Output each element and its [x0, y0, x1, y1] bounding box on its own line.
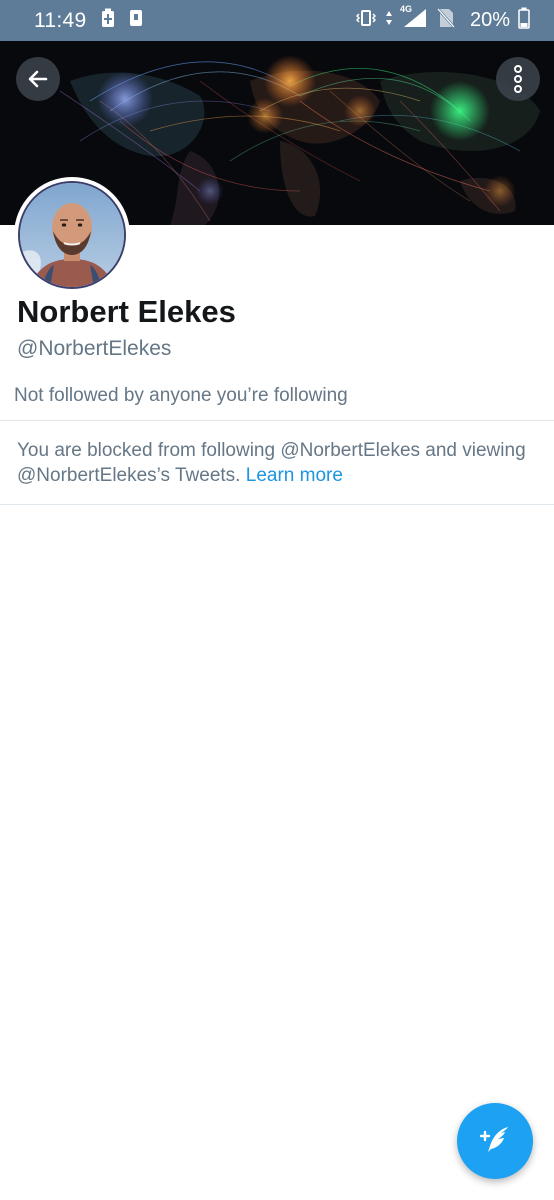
profile-handle: @NorbertElekes	[17, 337, 172, 360]
vibrate-icon	[355, 8, 377, 33]
signal-icon: 4G	[399, 4, 428, 34]
divider	[0, 504, 554, 505]
more-vertical-icon	[513, 65, 523, 93]
back-button[interactable]	[16, 57, 60, 101]
compose-tweet-icon	[478, 1122, 512, 1161]
network-type-label: 4G	[399, 4, 412, 14]
compose-tweet-button[interactable]	[457, 1103, 533, 1179]
battery-percent: 20%	[469, 9, 510, 31]
divider	[0, 420, 554, 421]
status-time: 11:49	[34, 8, 87, 32]
blocked-notice: You are blocked from following @NorbertE…	[17, 438, 542, 488]
followed-by-text: Not followed by anyone you’re following	[14, 385, 348, 406]
arrow-left-icon	[26, 67, 50, 91]
avatar[interactable]	[14, 177, 130, 293]
status-bar: 11:49 4G 20%	[0, 0, 554, 41]
notification-icon	[129, 9, 143, 32]
data-arrows-icon	[384, 8, 394, 33]
battery-charging-icon	[101, 8, 115, 33]
no-sim-icon	[436, 7, 456, 34]
avatar-photo	[20, 183, 124, 287]
more-options-button[interactable]	[496, 57, 540, 101]
battery-icon	[518, 7, 530, 34]
learn-more-link[interactable]: Learn more	[246, 465, 343, 486]
profile-display-name: Norbert Elekes	[17, 294, 236, 329]
